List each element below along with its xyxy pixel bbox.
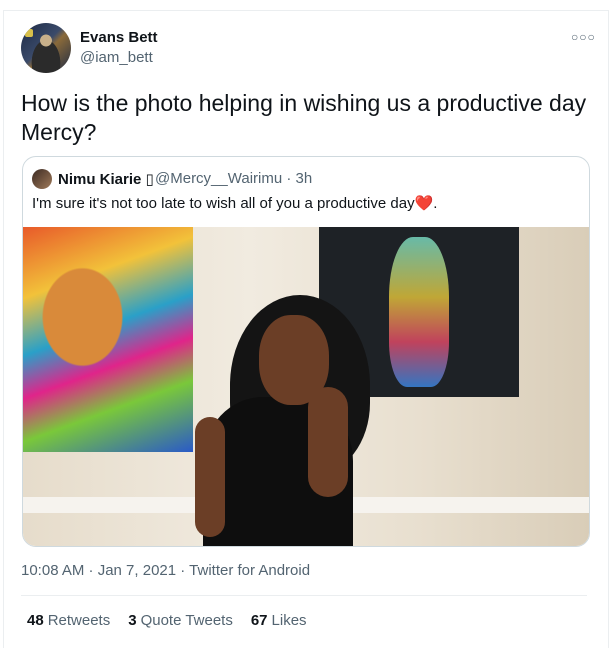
person-arm-right xyxy=(308,387,348,497)
quoted-tweet[interactable]: Nimu Kiarie ▯ @Mercy__Wairimu · 3h I'm s… xyxy=(22,156,590,547)
quoted-text-body: I'm sure it's not too late to wish all o… xyxy=(32,195,415,212)
quoted-handle-time[interactable]: @Mercy__Wairimu · 3h xyxy=(155,170,312,187)
quoted-text: I'm sure it's not too late to wish all o… xyxy=(32,194,437,212)
likes-label: Likes xyxy=(271,612,307,629)
quoted-avatar[interactable] xyxy=(32,169,52,189)
quote-tweets-label: Quote Tweets xyxy=(140,612,233,629)
quote-tweets-stat[interactable]: 3 Quote Tweets xyxy=(128,612,233,629)
retweets-count: 48 xyxy=(27,612,44,629)
divider-top xyxy=(21,595,587,596)
more-options-icon[interactable]: ○○○ xyxy=(571,30,596,44)
quoted-author-name[interactable]: Nimu Kiarie ▯ xyxy=(58,170,154,188)
author-handle[interactable]: @iam_bett xyxy=(80,49,153,66)
retweets-label: Retweets xyxy=(47,612,111,629)
engagement-stats: 48 Retweets 3 Quote Tweets 67 Likes xyxy=(27,612,307,629)
quote-tweets-count: 3 xyxy=(128,612,137,629)
quoted-photo[interactable] xyxy=(23,227,589,546)
author-avatar[interactable] xyxy=(21,23,71,73)
person-arm-left xyxy=(195,417,225,537)
painting-left xyxy=(23,227,193,452)
likes-count: 67 xyxy=(250,612,268,629)
author-name[interactable]: Evans Bett xyxy=(80,29,158,46)
tweet-timestamp[interactable]: 10:08 AM · Jan 7, 2021 · Twitter for And… xyxy=(21,562,310,579)
likes-stat[interactable]: 67 Likes xyxy=(251,612,307,629)
quoted-name-text: Nimu Kiarie xyxy=(58,171,142,188)
quoted-text-end: . xyxy=(433,195,438,212)
tweet-text: How is the photo helping in wishing us a… xyxy=(21,90,587,145)
quoted-name-badge: ▯ xyxy=(145,171,154,188)
heart-emoji-icon: ❤️ xyxy=(414,195,434,212)
retweets-stat[interactable]: 48 Retweets xyxy=(27,612,110,629)
